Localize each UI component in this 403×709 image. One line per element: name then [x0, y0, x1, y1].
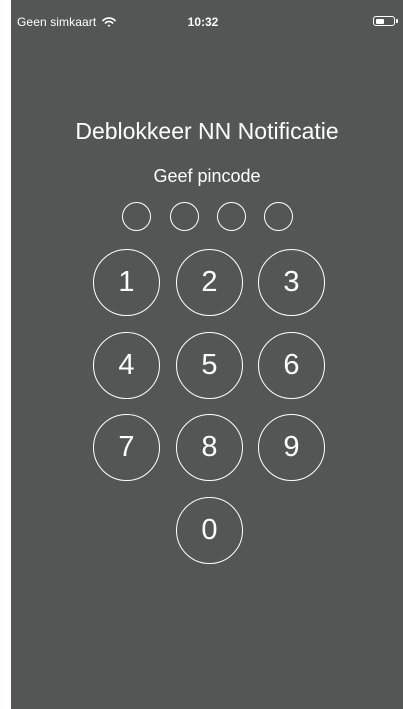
pin-dot	[264, 202, 293, 231]
page-title: Deblokkeer NN Notificatie	[75, 118, 339, 144]
key-2[interactable]: 2	[176, 249, 243, 316]
key-6[interactable]: 6	[258, 332, 325, 399]
key-1[interactable]: 1	[93, 249, 160, 316]
pin-dot	[122, 202, 151, 231]
battery-level	[376, 18, 384, 24]
status-bar: Geen simkaart 10:32	[11, 0, 403, 40]
battery-icon	[373, 16, 395, 26]
battery-tip	[396, 19, 398, 23]
key-8[interactable]: 8	[176, 414, 243, 481]
key-5[interactable]: 5	[176, 332, 243, 399]
key-3[interactable]: 3	[258, 249, 325, 316]
key-9[interactable]: 9	[258, 414, 325, 481]
pin-dot	[170, 202, 199, 231]
pin-indicator	[122, 202, 298, 234]
pin-lock-screen: Geen simkaart 10:32 Deblokkeer NN Notifi…	[11, 0, 403, 709]
pin-prompt: Geef pincode	[153, 166, 261, 186]
key-0[interactable]: 0	[176, 497, 243, 564]
status-time: 10:32	[187, 15, 219, 29]
pin-dot	[217, 202, 246, 231]
key-4[interactable]: 4	[93, 332, 160, 399]
key-7[interactable]: 7	[93, 414, 160, 481]
